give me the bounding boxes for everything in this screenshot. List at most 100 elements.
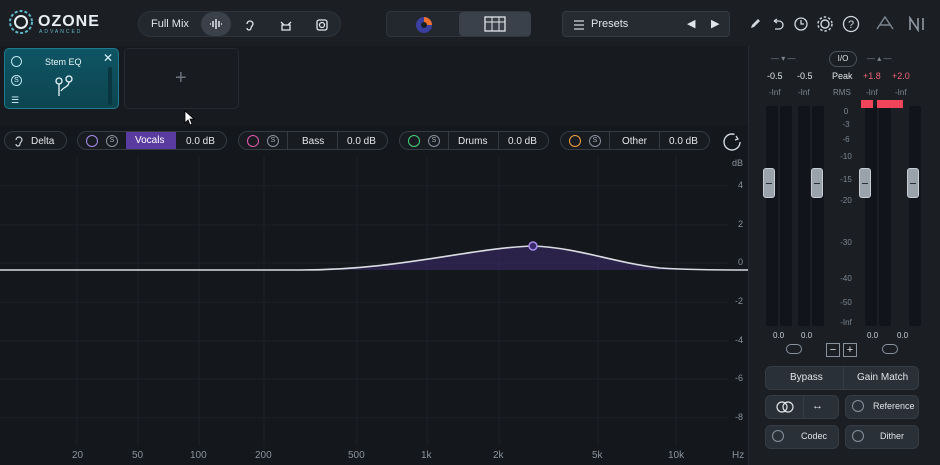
codec-power-icon[interactable]	[772, 430, 784, 442]
output-gain-left[interactable]: 0.0	[867, 331, 878, 340]
output-gain-right[interactable]: 0.0	[897, 331, 908, 340]
output-peak-left: +1.8	[863, 71, 881, 81]
view-switch	[386, 11, 531, 37]
input-fader-right[interactable]	[811, 168, 823, 198]
help-icon[interactable]: ?	[838, 11, 864, 37]
stereo-icon[interactable]	[776, 401, 794, 413]
divider	[609, 132, 610, 149]
stereo-group: ↔	[765, 395, 839, 419]
ear-icon[interactable]	[237, 12, 263, 38]
stem-drums: S Drums 0.0 dB	[399, 131, 549, 150]
reference-label: Reference	[873, 401, 915, 411]
io-toggle[interactable]: I/O	[829, 51, 857, 67]
meter-scale-label: -50	[840, 298, 852, 307]
y-label: -6	[734, 373, 743, 383]
other-label[interactable]: Other	[622, 136, 647, 147]
dither-button[interactable]: Dither	[845, 425, 919, 449]
mode-selector: Full Mix	[138, 11, 341, 37]
dither-power-icon[interactable]	[852, 430, 864, 442]
swap-channels-icon[interactable]: ↔	[812, 400, 823, 412]
x-label: 200	[255, 450, 272, 461]
stem-eq-module[interactable]: S ☰ Stem EQ ✕	[4, 48, 119, 109]
input-collapse-icon[interactable]: — ▾ —	[771, 54, 795, 63]
other-solo-icon[interactable]: S	[589, 135, 601, 147]
speaker-icon[interactable]	[309, 12, 335, 38]
delta-button[interactable]: Delta	[4, 131, 67, 150]
input-link-icon[interactable]	[786, 344, 802, 354]
add-module-slot[interactable]: +	[124, 48, 239, 109]
drums-gain[interactable]: 0.0 dB	[508, 136, 537, 147]
input-meter-right	[780, 106, 792, 326]
top-bar: OZONE ADVANCED Full Mix Presets ◀ ▶ ?	[0, 0, 940, 46]
reference-power-icon[interactable]	[852, 400, 864, 412]
bass-power-icon[interactable]	[247, 135, 259, 147]
peak-label: Peak	[832, 71, 853, 81]
y-label: -4	[734, 335, 743, 345]
other-gain[interactable]: 0.0 dB	[669, 136, 698, 147]
input-gain-left[interactable]: 0.0	[773, 331, 784, 340]
drums-solo-icon[interactable]: S	[428, 135, 440, 147]
other-power-icon[interactable]	[569, 135, 581, 147]
bypass-button[interactable]: Bypass	[790, 372, 823, 383]
output-link-icon[interactable]	[882, 344, 898, 354]
output-meter-left	[861, 100, 877, 326]
output-meter-extra	[909, 106, 921, 326]
x-label: 20	[72, 450, 84, 461]
input-peak-left: -0.5	[767, 71, 783, 81]
vocals-gain[interactable]: 0.0 dB	[186, 136, 215, 147]
vocals-power-icon[interactable]	[86, 135, 98, 147]
input-gain-right[interactable]: 0.0	[801, 331, 812, 340]
music-hat-icon[interactable]	[273, 12, 299, 38]
input-fader-left[interactable]	[763, 168, 775, 198]
drums-label[interactable]: Drums	[458, 136, 487, 147]
reference-button[interactable]: Reference	[845, 395, 919, 419]
drums-power-icon[interactable]	[408, 135, 420, 147]
reset-icon[interactable]	[722, 132, 742, 152]
undo-icon[interactable]	[764, 11, 790, 37]
x-label: 50	[132, 450, 144, 461]
waveform-icon[interactable]	[201, 12, 231, 36]
meter-scale-label: -40	[840, 274, 852, 283]
input-meter-left	[766, 106, 778, 326]
logo-subtitle: ADVANCED	[39, 29, 83, 35]
history-icon[interactable]	[788, 11, 814, 37]
stem-eq-icon	[55, 75, 73, 96]
bypass-logo-icon[interactable]	[872, 11, 898, 37]
zoom-in-icon[interactable]: +	[843, 343, 857, 357]
stem-bass: S Bass 0.0 dB	[238, 131, 388, 150]
divider	[287, 132, 288, 149]
gear-icon[interactable]	[812, 11, 838, 37]
gain-match-button[interactable]: Gain Match	[857, 372, 908, 383]
x-label: 100	[190, 450, 207, 461]
presets-menu[interactable]: Presets ◀ ▶	[562, 11, 730, 37]
eq-graph[interactable]: dB 4 2 0 -2 -4 -6 -8 20 50 100 200 500 1…	[0, 156, 748, 465]
full-mix-button[interactable]: Full Mix	[151, 18, 189, 30]
preset-prev-icon[interactable]: ◀	[687, 17, 695, 30]
vocals-tab[interactable]: Vocals	[126, 132, 176, 149]
ni-logo-icon[interactable]	[906, 11, 932, 37]
bass-solo-icon[interactable]: S	[267, 135, 279, 147]
meter-scale-label: -15	[840, 175, 852, 184]
close-icon[interactable]: ✕	[103, 51, 113, 65]
preset-next-icon[interactable]: ▶	[711, 17, 719, 30]
vocals-solo-icon[interactable]: S	[106, 135, 118, 147]
x-label: 2k	[493, 450, 504, 461]
codec-button[interactable]: Codec	[765, 425, 839, 449]
bass-gain[interactable]: 0.0 dB	[347, 136, 376, 147]
bass-label[interactable]: Bass	[302, 136, 324, 147]
module-menu-icon[interactable]: ☰	[11, 95, 19, 106]
meter-scale-label: -10	[840, 152, 852, 161]
power-icon[interactable]	[11, 56, 22, 67]
output-fader-right[interactable]	[907, 168, 919, 198]
svg-text:?: ?	[848, 19, 854, 31]
solo-icon[interactable]: S	[11, 75, 22, 86]
x-label: 1k	[421, 450, 432, 461]
eq-node[interactable]	[528, 241, 538, 251]
output-collapse-icon[interactable]: — ▴ —	[867, 54, 891, 63]
ozone-logo[interactable]: OZONE ADVANCED	[8, 9, 118, 37]
zoom-out-icon[interactable]: −	[826, 343, 840, 357]
divider	[659, 132, 660, 149]
module-view-icon[interactable]	[459, 12, 531, 36]
output-rms-left: -Inf	[866, 88, 878, 97]
spectrum-view-icon[interactable]	[411, 12, 437, 38]
